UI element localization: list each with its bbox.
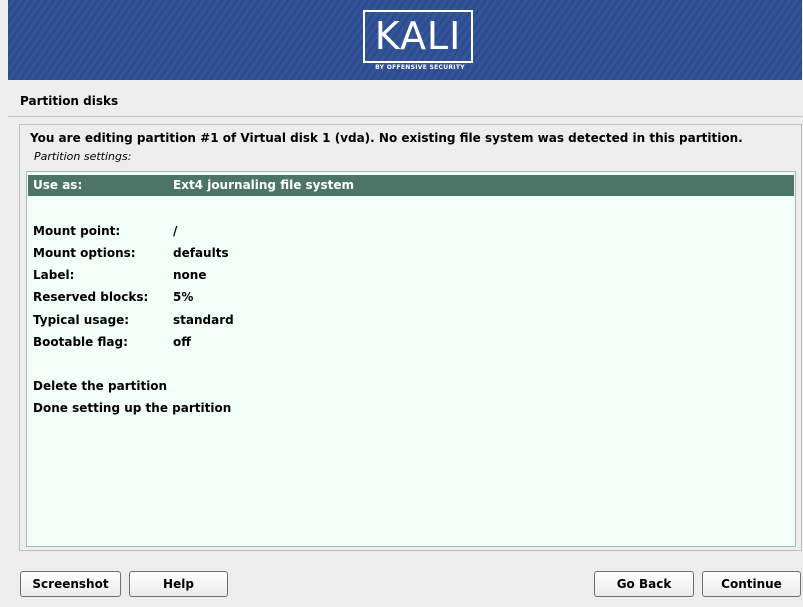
screenshot-button[interactable]: Screenshot xyxy=(20,571,121,597)
mount-options-label: Mount options: xyxy=(33,246,136,260)
title-divider xyxy=(8,116,802,117)
mount-point-label: Mount point: xyxy=(33,224,121,238)
page-title: Partition disks xyxy=(20,94,119,108)
typical-usage-value: standard xyxy=(173,313,234,327)
delete-partition-label: Delete the partition xyxy=(33,379,168,393)
list-item-use-as[interactable]: Use as: Ext4 journaling file system xyxy=(28,175,794,196)
kali-logo: KALI xyxy=(363,10,473,63)
list-item-typical-usage[interactable]: Typical usage: standard xyxy=(28,309,794,331)
settings-label: Partition settings: xyxy=(34,150,132,163)
use-as-value: Ext4 journaling file system xyxy=(173,178,355,192)
list-item-done-setup[interactable]: Done setting up the partition xyxy=(28,397,794,419)
list-item-mount-options[interactable]: Mount options: defaults xyxy=(28,242,794,264)
reserved-blocks-label: Reserved blocks: xyxy=(33,290,149,304)
list-item-mount-point[interactable]: Mount point: / xyxy=(28,220,794,242)
list-item-delete-partition[interactable]: Delete the partition xyxy=(28,375,794,397)
label-label: Label: xyxy=(33,268,75,282)
header-banner: KALI BY OFFENSIVE SECURITY xyxy=(8,0,802,80)
help-button[interactable]: Help xyxy=(129,571,228,597)
mount-point-value: / xyxy=(173,224,178,238)
typical-usage-label: Typical usage: xyxy=(33,313,130,327)
bootable-flag-value: off xyxy=(173,335,191,349)
use-as-label: Use as: xyxy=(33,178,83,192)
go-back-button[interactable]: Go Back xyxy=(594,571,694,597)
logo-subtitle: BY OFFENSIVE SECURITY xyxy=(375,64,465,71)
partition-settings-list[interactable]: Use as: Ext4 journaling file system Moun… xyxy=(26,171,796,547)
reserved-blocks-value: 5% xyxy=(173,290,194,304)
list-item-reserved-blocks[interactable]: Reserved blocks: 5% xyxy=(28,286,794,308)
bootable-flag-label: Bootable flag: xyxy=(33,335,128,349)
done-setup-label: Done setting up the partition xyxy=(33,401,232,415)
logo-text: KALI xyxy=(374,14,462,58)
label-value: none xyxy=(173,268,207,282)
mount-options-value: defaults xyxy=(173,246,229,260)
partition-description: You are editing partition #1 of Virtual … xyxy=(30,131,743,145)
list-item-label[interactable]: Label: none xyxy=(28,264,794,286)
continue-button[interactable]: Continue xyxy=(702,571,801,597)
list-item-bootable-flag[interactable]: Bootable flag: off xyxy=(28,331,794,353)
